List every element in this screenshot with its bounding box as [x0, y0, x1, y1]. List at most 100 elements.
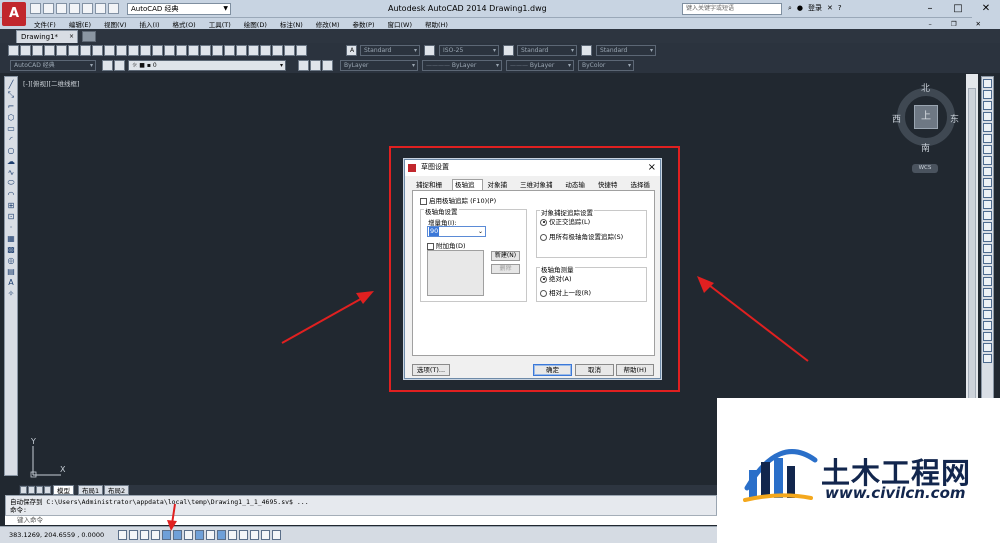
previous-tab-icon[interactable] [28, 486, 35, 494]
object-snap-icon[interactable] [173, 530, 182, 540]
qnew-icon[interactable] [8, 45, 19, 56]
dim-style-icon[interactable] [424, 45, 435, 56]
sheet-set-icon[interactable] [260, 45, 271, 56]
region-icon[interactable]: ◎ [6, 255, 16, 265]
layer-properties-icon[interactable] [114, 60, 125, 71]
table-icon[interactable]: ▤ [6, 266, 16, 276]
menu-tools[interactable]: 工具(T) [209, 19, 231, 29]
text-style-icon[interactable]: A [346, 45, 357, 56]
make-current-icon[interactable] [298, 60, 309, 71]
fillet-icon[interactable] [983, 244, 992, 253]
maximize-icon[interactable]: □ [944, 0, 972, 18]
array-icon[interactable] [983, 123, 992, 132]
scale-icon[interactable] [983, 156, 992, 165]
ortho-mode-icon[interactable] [151, 530, 160, 540]
coordinate-readout[interactable]: 383.1269, 204.6559 , 0.0000 [9, 531, 104, 539]
compass-east[interactable]: 东 [950, 112, 959, 125]
menu-help[interactable]: 帮助(H) [425, 19, 448, 29]
new-tab-button[interactable] [82, 31, 96, 42]
construction-line-icon[interactable]: ⤡ [6, 90, 16, 100]
menu-modify[interactable]: 修改(M) [316, 19, 340, 29]
menu-edit[interactable]: 编辑(E) [69, 19, 91, 29]
zoom-window-icon[interactable] [200, 45, 211, 56]
tab-model[interactable]: 模型 [53, 485, 74, 495]
menu-dimension[interactable]: 标注(N) [280, 19, 303, 29]
infer-constraints-icon[interactable] [118, 530, 127, 540]
wcs-menu[interactable]: WCS [912, 164, 938, 173]
make-block-icon[interactable]: ⊡ [6, 211, 16, 221]
polyline-icon[interactable]: ⌐ [6, 101, 16, 111]
multileader-style-select[interactable]: Standard ▾ [596, 45, 656, 56]
viewcube-top-face[interactable]: 上 [914, 105, 938, 129]
help-search-input[interactable]: 键入关键字或短语 [682, 3, 782, 15]
tab-close-icon[interactable]: × [69, 31, 74, 43]
viewcube[interactable]: 上 北 南 西 东 WCS [892, 82, 959, 173]
gradient-icon[interactable]: ▩ [6, 244, 16, 254]
transparency-icon[interactable] [239, 530, 248, 540]
tab-layout1[interactable]: 布局1 [78, 485, 104, 495]
linetype-select[interactable]: ———— ByLayer ▾ [422, 60, 502, 71]
color-select[interactable]: ByLayer ▾ [340, 60, 418, 71]
lineweight-select[interactable]: ——— ByLayer ▾ [506, 60, 574, 71]
doc-minimize-icon[interactable]: – [928, 20, 931, 28]
table-style-select[interactable]: Standard ▾ [517, 45, 577, 56]
save-icon[interactable] [56, 3, 67, 14]
doc-restore-icon[interactable]: ❐ [951, 20, 957, 28]
layer-previous-icon[interactable] [310, 60, 321, 71]
trim-icon[interactable] [983, 178, 992, 187]
match-properties-icon[interactable] [128, 45, 139, 56]
menu-file[interactable]: 文件(F) [34, 19, 56, 29]
user-icon[interactable]: ● [797, 4, 803, 12]
workspace-toolbar-select[interactable]: AutoCAD 经典 ▾ [10, 60, 96, 71]
selection-cycling-icon[interactable] [261, 530, 270, 540]
open-icon[interactable] [20, 45, 31, 56]
redo-icon[interactable] [164, 45, 175, 56]
chamfer-icon[interactable] [983, 233, 992, 242]
spline-icon[interactable]: ∿ [6, 167, 16, 177]
3dprint-icon[interactable] [80, 45, 91, 56]
menu-format[interactable]: 格式(O) [173, 19, 196, 29]
overkill-icon[interactable] [983, 354, 992, 363]
autocad-logo[interactable]: A [2, 2, 26, 26]
cut-icon[interactable] [92, 45, 103, 56]
dynamic-input-icon[interactable] [217, 530, 226, 540]
mirror-icon[interactable] [983, 101, 992, 110]
new-file-icon[interactable] [30, 3, 41, 14]
print-icon[interactable] [82, 3, 93, 14]
menu-insert[interactable]: 插入(I) [140, 19, 160, 29]
multileader-style-icon[interactable] [581, 45, 592, 56]
viewport-label[interactable]: [-][俯视][二维线框] [23, 78, 80, 88]
minimize-icon[interactable]: – [916, 0, 944, 18]
tab-layout2[interactable]: 布局2 [104, 485, 130, 495]
save-icon[interactable] [32, 45, 43, 56]
align-icon[interactable] [983, 277, 992, 286]
copy-icon[interactable] [104, 45, 115, 56]
annotation-monitor-icon[interactable] [272, 530, 281, 540]
undo-icon[interactable] [152, 45, 163, 56]
edit-polyline-icon[interactable] [983, 299, 992, 308]
circle-icon[interactable]: ○ [6, 145, 16, 155]
layer-select[interactable]: ☼ ■ ▪ 0 ▾ [128, 60, 286, 71]
menu-parameters[interactable]: 参数(P) [352, 19, 374, 29]
3d-object-snap-icon[interactable] [184, 530, 193, 540]
ellipse-icon[interactable]: ⬭ [6, 178, 16, 188]
close-icon[interactable]: ✕ [972, 0, 1000, 18]
exchange-icon[interactable]: ✕ [827, 4, 833, 12]
mtext-icon[interactable]: A [6, 277, 16, 287]
snap-mode-icon[interactable] [129, 530, 138, 540]
plotstyle-select[interactable]: ByColor ▾ [578, 60, 634, 71]
offset-icon[interactable] [983, 112, 992, 121]
properties-icon[interactable] [224, 45, 235, 56]
ellipse-arc-icon[interactable]: ◠ [6, 189, 16, 199]
add-selected-icon[interactable]: ✧ [6, 288, 16, 298]
explode-icon[interactable] [983, 266, 992, 275]
object-snap-tracking-icon[interactable] [195, 530, 204, 540]
block-editor-icon[interactable] [140, 45, 151, 56]
text-style-select[interactable]: Standard ▾ [360, 45, 420, 56]
extend-icon[interactable] [983, 189, 992, 198]
revision-cloud-icon[interactable]: ☁ [6, 156, 16, 166]
paste-icon[interactable] [116, 45, 127, 56]
help-icon[interactable]: ? [838, 4, 842, 12]
hatch-icon[interactable]: ▦ [6, 233, 16, 243]
lineweight-icon[interactable] [228, 530, 237, 540]
